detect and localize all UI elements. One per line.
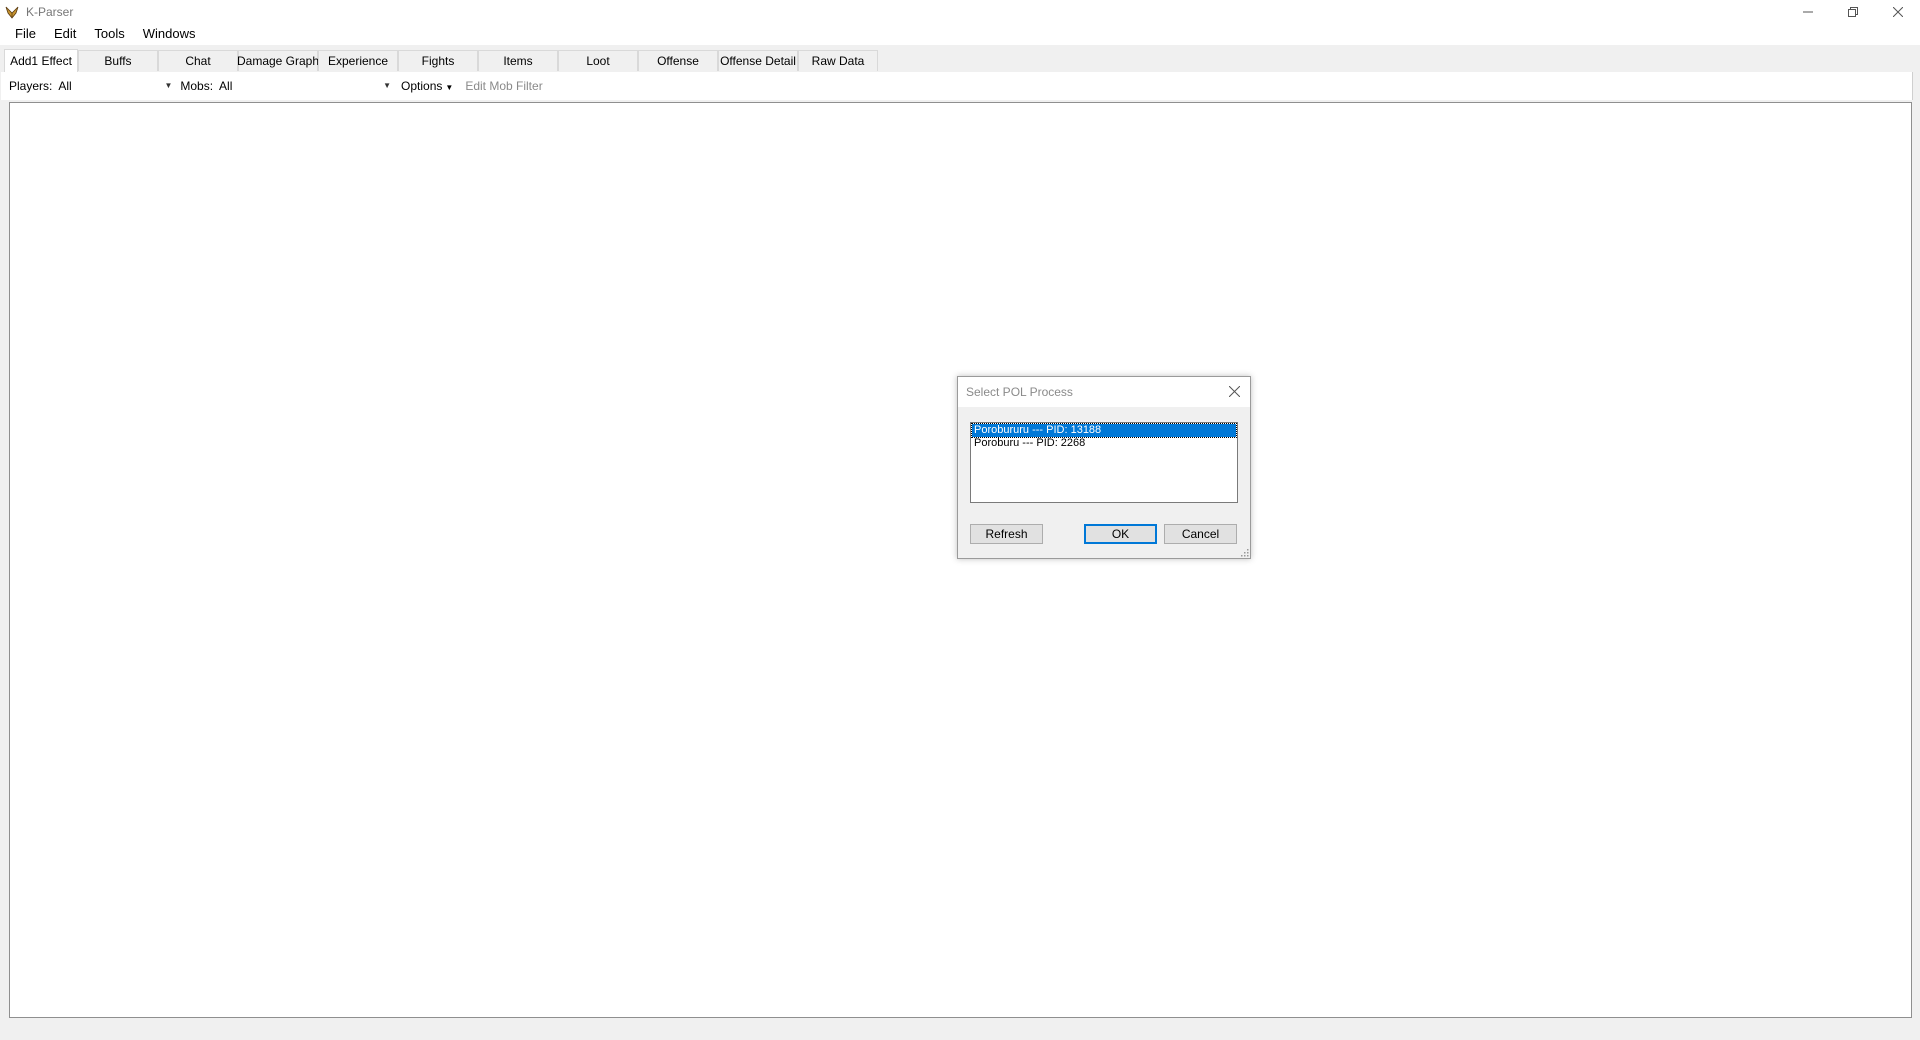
restore-icon bbox=[1847, 6, 1858, 17]
mobs-label: Mobs: bbox=[180, 79, 214, 93]
mobs-dropdown[interactable]: All ▼ bbox=[219, 76, 391, 96]
resize-grip-icon[interactable] bbox=[1241, 549, 1249, 557]
players-value: All bbox=[58, 79, 72, 93]
minimize-icon bbox=[1802, 11, 1813, 12]
minimize-button[interactable] bbox=[1785, 0, 1830, 23]
chevron-down-icon: ▼ bbox=[383, 81, 392, 90]
filter-toolbar: Players: All ▼ Mobs: All ▼ Options ▼ Edit… bbox=[1, 72, 1913, 100]
tab-offense-detail[interactable]: Offense Detail bbox=[718, 50, 798, 71]
close-icon bbox=[1228, 385, 1240, 397]
title-bar: K-Parser bbox=[0, 0, 1920, 23]
tab-add1-effect[interactable]: Add1 Effect bbox=[4, 49, 78, 72]
select-pol-process-dialog: Select POL Process Porobururu --- PID: 1… bbox=[957, 376, 1251, 559]
edit-mob-filter-button[interactable]: Edit Mob Filter bbox=[465, 79, 542, 93]
status-bar bbox=[0, 1018, 1920, 1040]
tab-items[interactable]: Items bbox=[478, 50, 558, 71]
close-icon bbox=[1892, 6, 1903, 17]
options-label: Options bbox=[401, 79, 443, 93]
restore-button[interactable] bbox=[1830, 0, 1875, 23]
chevron-down-icon: ▼ bbox=[164, 81, 173, 90]
menu-file[interactable]: File bbox=[6, 23, 45, 45]
tab-fights[interactable]: Fights bbox=[398, 50, 478, 71]
players-dropdown[interactable]: All ▼ bbox=[58, 76, 172, 96]
tab-loot[interactable]: Loot bbox=[558, 50, 638, 71]
refresh-button[interactable]: Refresh bbox=[970, 524, 1043, 544]
tab-raw-data[interactable]: Raw Data bbox=[798, 50, 878, 71]
menu-edit[interactable]: Edit bbox=[45, 23, 85, 45]
feather-icon bbox=[3, 3, 21, 21]
tab-offense[interactable]: Offense bbox=[638, 50, 718, 71]
dialog-close-button[interactable] bbox=[1224, 381, 1244, 401]
close-button[interactable] bbox=[1875, 0, 1920, 23]
players-label: Players: bbox=[9, 79, 53, 93]
window-title: K-Parser bbox=[26, 4, 74, 19]
mobs-value: All bbox=[219, 79, 233, 93]
tab-chat[interactable]: Chat bbox=[158, 50, 238, 71]
tab-damage-graph[interactable]: Damage Graph bbox=[237, 50, 319, 71]
ok-button[interactable]: OK bbox=[1084, 524, 1157, 544]
menu-windows[interactable]: Windows bbox=[134, 23, 205, 45]
menu-tools[interactable]: Tools bbox=[85, 23, 133, 45]
chevron-down-icon: ▼ bbox=[445, 83, 454, 92]
process-list-item[interactable]: Poroburu --- PID: 2268 bbox=[972, 437, 1236, 450]
dialog-title-bar: Select POL Process bbox=[958, 377, 1250, 407]
window-controls bbox=[1785, 0, 1920, 23]
menu-bar: File Edit Tools Windows bbox=[0, 23, 1920, 45]
tab-experience[interactable]: Experience bbox=[318, 50, 398, 71]
main-content-area[interactable] bbox=[9, 102, 1912, 1018]
dialog-title: Select POL Process bbox=[966, 385, 1073, 399]
tab-strip: Add1 Effect Buffs Chat Damage Graph Expe… bbox=[0, 47, 1920, 72]
options-dropdown[interactable]: Options ▼ bbox=[401, 79, 453, 93]
tab-buffs[interactable]: Buffs bbox=[78, 50, 158, 71]
process-listbox[interactable]: Porobururu --- PID: 13188 Poroburu --- P… bbox=[970, 422, 1238, 503]
process-list-item[interactable]: Porobururu --- PID: 13188 bbox=[971, 423, 1237, 438]
cancel-button[interactable]: Cancel bbox=[1164, 524, 1237, 544]
